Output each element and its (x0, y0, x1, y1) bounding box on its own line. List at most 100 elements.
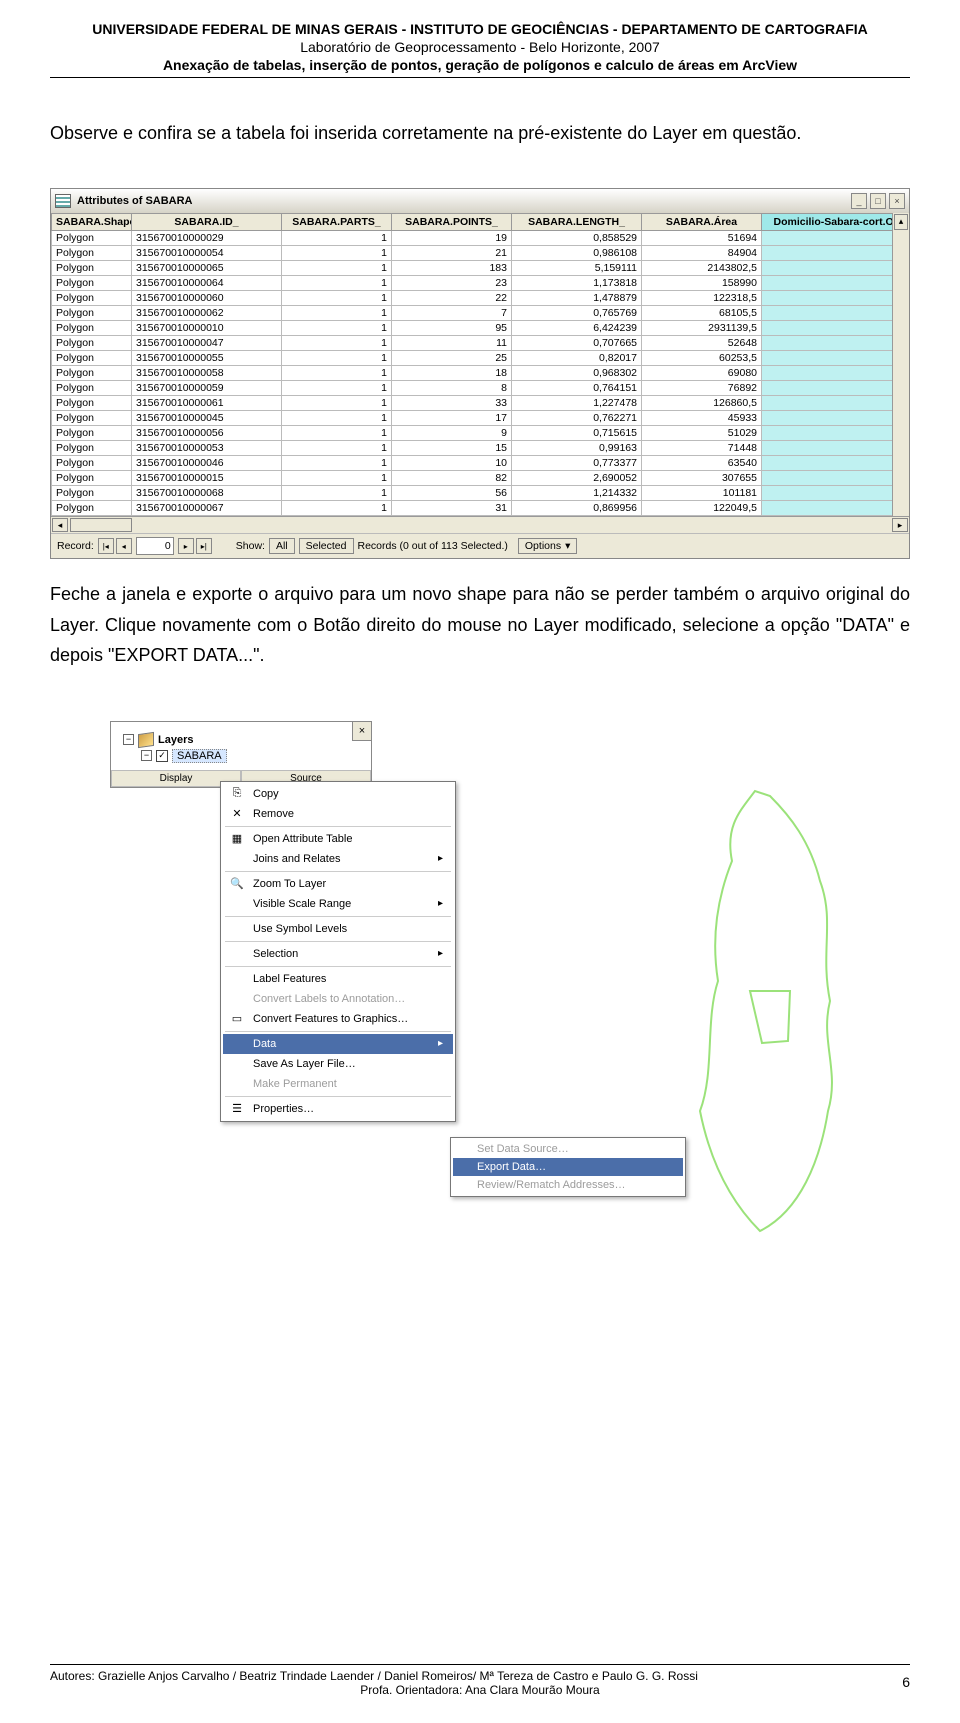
remove-icon: ✕ (229, 807, 245, 821)
page-footer: Autores: Grazielle Anjos Carvalho / Beat… (50, 1664, 910, 1697)
datasheet-icon (55, 194, 71, 208)
table-row[interactable]: Polygon3156700100000541210,98610884904 (52, 246, 893, 261)
minimize-button[interactable]: _ (851, 193, 867, 209)
menu-item-convert-features-to-graphics[interactable]: ▭Convert Features to Graphics… (223, 1009, 453, 1029)
submenu-item-export-data[interactable]: Export Data… (453, 1158, 683, 1176)
scroll-left-button[interactable]: ◂ (52, 518, 68, 532)
menu-item-label-features[interactable]: Label Features (223, 969, 453, 989)
table-row[interactable]: Polygon315670010000062170,76576968105,5 (52, 306, 893, 321)
vertical-scrollbar[interactable]: ▴ (892, 213, 909, 516)
menu-item-zoom-to-layer[interactable]: 🔍Zoom To Layer (223, 874, 453, 894)
options-dropdown[interactable]: Options▾ (518, 538, 577, 554)
table-row[interactable]: Polygon3156700100000671310,869956122049,… (52, 501, 893, 516)
collapse-icon[interactable]: − (123, 734, 134, 745)
attributes-titlebar[interactable]: Attributes of SABARA _ □ × (51, 189, 909, 213)
col-header[interactable]: SABARA.Shape (52, 214, 132, 231)
menu-item-label: Convert Labels to Annotation… (253, 993, 405, 1005)
table-row[interactable]: Polygon3156700100000611331,227478126860,… (52, 396, 893, 411)
blank-icon (229, 1077, 245, 1091)
table-row[interactable]: Polygon3156700100000451170,76227145933 (52, 411, 893, 426)
menu-item-label: Joins and Relates (253, 853, 340, 865)
layer-name-sabara[interactable]: SABARA (172, 749, 227, 763)
show-selected-button[interactable]: Selected (299, 538, 354, 554)
menu-item-label: Selection (253, 948, 298, 960)
toc-close-button[interactable]: × (352, 721, 372, 741)
table-row[interactable]: Polygon315670010000056190,71561551029 (52, 426, 893, 441)
map-shape (670, 781, 850, 1251)
scroll-thumb[interactable] (70, 518, 132, 532)
menu-item-visible-scale-range[interactable]: Visible Scale Range ▸ (223, 894, 453, 914)
menu-item-properties[interactable]: ☰Properties… (223, 1099, 453, 1119)
menu-item-open-attribute-table[interactable]: ▦Open Attribute Table (223, 829, 453, 849)
menu-item-selection[interactable]: Selection ▸ (223, 944, 453, 964)
menu-item-label: Convert Features to Graphics… (253, 1013, 408, 1025)
show-all-button[interactable]: All (269, 538, 295, 554)
submenu-arrow-icon: ▸ (438, 948, 443, 959)
footer-advisor: Profa. Orientadora: Ana Clara Mourão Mou… (50, 1683, 910, 1697)
table-row[interactable]: Polygon3156700100000641231,173818158990 (52, 276, 893, 291)
horizontal-scrollbar[interactable]: ◂ ▸ (51, 516, 909, 533)
toc-panel[interactable]: × − Layers − ✓ SABARA Display Source (110, 721, 372, 788)
menu-item-save-as-layer-file[interactable]: Save As Layer File… (223, 1054, 453, 1074)
blank-icon (229, 922, 245, 936)
attributes-table[interactable]: SABARA.ShapeSABARA.ID_SABARA.PARTS_SABAR… (51, 213, 892, 516)
close-button[interactable]: × (889, 193, 905, 209)
submenu-arrow-icon: ▸ (438, 898, 443, 909)
table-row[interactable]: Polygon3156700100000531150,9916371448 (52, 441, 893, 456)
menu-item-label: Use Symbol Levels (253, 923, 347, 935)
blank-icon (229, 852, 245, 866)
table-row[interactable]: Polygon315670010000059180,76415176892 (52, 381, 893, 396)
menu-item-joins-and-relates[interactable]: Joins and Relates▸ (223, 849, 453, 869)
last-record-button[interactable]: ▸| (196, 538, 212, 554)
first-record-button[interactable]: |◂ (98, 538, 114, 554)
table-row[interactable]: Polygon3156700100000101956,4242392931139… (52, 321, 893, 336)
blank-icon (229, 1037, 245, 1051)
menu-item-convert-labels-to-annotation: Convert Labels to Annotation… (223, 989, 453, 1009)
header-rule (50, 77, 910, 78)
table-row[interactable]: Polygon31567001000006511835,159111214380… (52, 261, 893, 276)
record-number-input[interactable] (136, 537, 174, 555)
col-header[interactable]: SABARA.Área (642, 214, 762, 231)
table-row[interactable]: Polygon3156700100000601221,478879122318,… (52, 291, 893, 306)
show-label: Show: (236, 540, 265, 552)
blank-icon (229, 947, 245, 961)
prev-record-button[interactable]: ◂ (116, 538, 132, 554)
col-header[interactable]: SABARA.LENGTH_ (512, 214, 642, 231)
menu-item-label: Visible Scale Range (253, 898, 351, 910)
menu-item-label: Save As Layer File… (253, 1058, 356, 1070)
next-record-button[interactable]: ▸ (178, 538, 194, 554)
table-row[interactable]: Polygon3156700100000461100,77337763540 (52, 456, 893, 471)
layer-checkbox[interactable]: ✓ (156, 750, 168, 762)
table-row[interactable]: Polygon3156700100000291190,85852951694 (52, 231, 893, 246)
submenu-arrow-icon: ▸ (438, 1038, 443, 1049)
col-header[interactable]: SABARA.ID_ (132, 214, 282, 231)
col-header[interactable]: SABARA.POINTS_ (392, 214, 512, 231)
table-row[interactable]: Polygon3156700100000581180,96830269080 (52, 366, 893, 381)
col-header[interactable]: SABARA.PARTS_ (282, 214, 392, 231)
data-submenu[interactable]: Set Data Source…Export Data…Review/Remat… (450, 1137, 686, 1197)
zoom-icon: 🔍 (229, 877, 245, 891)
scroll-right-button[interactable]: ▸ (892, 518, 908, 532)
menu-item-data[interactable]: Data ▸ (223, 1034, 453, 1054)
table-row[interactable]: Polygon3156700100000551250,8201760253,5 (52, 351, 893, 366)
page-header: UNIVERSIDADE FEDERAL DE MINAS GERAIS - I… (50, 0, 910, 75)
menu-item-label: Open Attribute Table (253, 833, 352, 845)
menu-item-remove[interactable]: ✕ Remove (223, 804, 453, 824)
table-row[interactable]: Polygon3156700100000681561,214332101181 (52, 486, 893, 501)
layers-stack-icon (138, 732, 154, 748)
collapse-item-icon[interactable]: − (141, 750, 152, 761)
attributes-title: Attributes of SABARA (77, 195, 851, 207)
table-row[interactable]: Polygon3156700100000151822,690052307655 (52, 471, 893, 486)
maximize-button[interactable]: □ (870, 193, 886, 209)
menu-item-copy[interactable]: ⎘Copy (223, 784, 453, 804)
page-number: 6 (902, 1674, 910, 1690)
blank-icon (229, 897, 245, 911)
menu-item-label: Data (253, 1038, 276, 1050)
layer-context-menu[interactable]: ⎘Copy✕Remove▦Open Attribute TableJoins a… (220, 781, 456, 1122)
submenu-item-review-rematch-addresses: Review/Rematch Addresses… (453, 1176, 683, 1194)
attributes-statusbar: Record: |◂ ◂ ▸ ▸| Show: All Selected Rec… (51, 533, 909, 558)
table-row[interactable]: Polygon3156700100000471110,70766552648 (52, 336, 893, 351)
col-header[interactable]: Domicilio-Sabara-cort.OII (762, 214, 893, 231)
menu-item-label: Remove (253, 808, 294, 820)
menu-item-use-symbol-levels[interactable]: Use Symbol Levels (223, 919, 453, 939)
